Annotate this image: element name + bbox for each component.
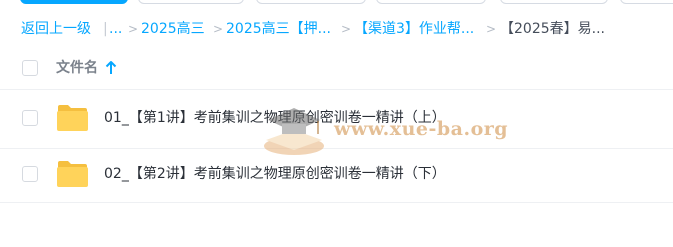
- breadcrumb-item[interactable]: 【渠道3】作业帮...: [354, 19, 474, 39]
- row-checkbox[interactable]: [22, 110, 38, 126]
- file-name[interactable]: 02_【第2讲】考前集训之物理原创密训卷一精讲（下）: [104, 164, 446, 184]
- back-link[interactable]: 返回上一级: [21, 19, 91, 39]
- toolbar-strip: [0, 0, 673, 8]
- watermark-text: www.xue-ba.org: [334, 118, 509, 140]
- breadcrumb-divider: |: [103, 21, 108, 37]
- column-header-filename[interactable]: 文件名: [56, 58, 98, 78]
- breadcrumb-ellipsis[interactable]: ...: [109, 19, 122, 39]
- select-all-checkbox[interactable]: [22, 60, 38, 76]
- row-checkbox[interactable]: [22, 166, 38, 182]
- chevron-right-icon: >: [341, 22, 352, 36]
- chevron-right-icon: >: [213, 22, 224, 36]
- upload-button[interactable]: [20, 0, 128, 4]
- chevron-right-icon: >: [486, 22, 497, 36]
- toolbar-button[interactable]: [376, 0, 486, 4]
- new-folder-button[interactable]: [138, 0, 244, 4]
- offline-download-button[interactable]: [256, 0, 366, 4]
- row-divider: [0, 202, 673, 203]
- breadcrumb-current: 【2025春】易...: [500, 21, 605, 37]
- chevron-right-icon: >: [128, 22, 139, 36]
- toolbar-button[interactable]: [500, 0, 608, 4]
- breadcrumb-item[interactable]: 2025高三【押...: [226, 19, 331, 39]
- breadcrumb-item[interactable]: 2025高三: [141, 19, 205, 39]
- folder-icon: [57, 105, 88, 131]
- sort-ascending-icon[interactable]: [105, 59, 117, 77]
- toolbar-button[interactable]: [620, 0, 673, 4]
- folder-icon: [57, 161, 88, 187]
